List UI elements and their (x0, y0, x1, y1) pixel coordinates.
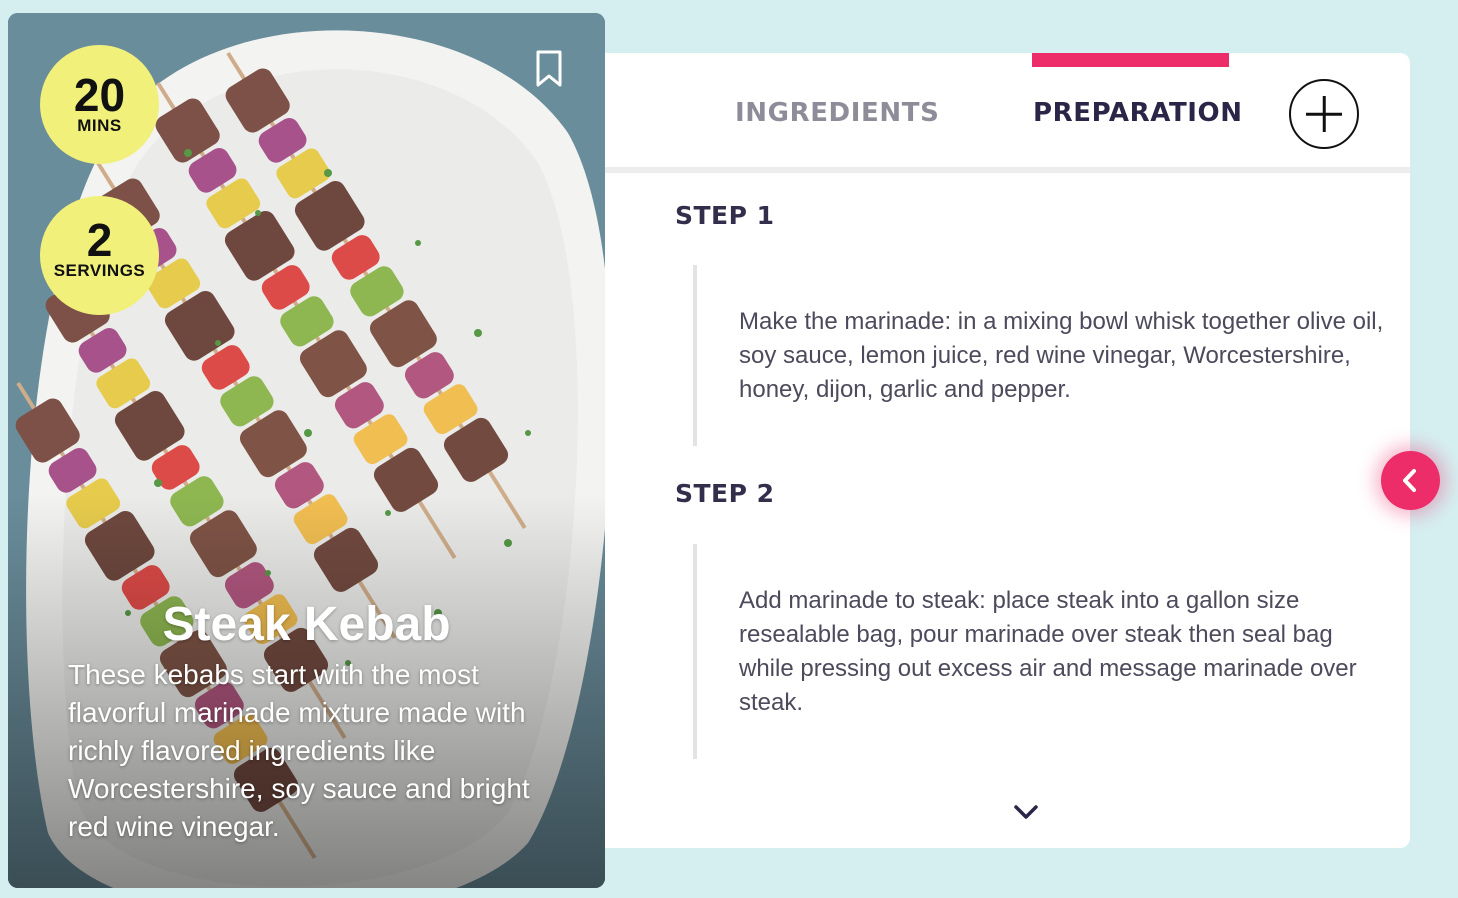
time-value: 20 (73, 69, 126, 121)
recipe-panel: INGREDIENTS PREPARATION STEP 1 Make the … (590, 53, 1410, 848)
tab-preparation[interactable]: PREPARATION (1033, 83, 1243, 143)
recipe-description: These kebabs start with the most flavorf… (68, 659, 530, 842)
recipe-photo-card[interactable]: 20 MINS 2 SERVINGS Steak Kebab These keb… (8, 13, 605, 888)
servings-value: 2 (86, 214, 113, 266)
step-text: Add marinade to steak: place steak into … (739, 587, 1357, 716)
tab-ingredients[interactable]: INGREDIENTS (735, 83, 939, 143)
step-title: STEP 2 (675, 479, 775, 508)
scroll-down-button[interactable] (1010, 799, 1042, 825)
tab-bar: INGREDIENTS PREPARATION (590, 53, 1410, 173)
step-title: STEP 1 (675, 201, 775, 230)
add-button[interactable] (1289, 79, 1359, 149)
step-text: Make the marinade: in a mixing bowl whis… (739, 308, 1384, 403)
step-divider (693, 544, 697, 759)
step-divider (693, 265, 697, 446)
time-unit: MINS (77, 116, 122, 135)
recipe-app: INGREDIENTS PREPARATION STEP 1 Make the … (0, 0, 1458, 898)
time-badge: 20 MINS (40, 45, 159, 164)
active-tab-indicator (1032, 53, 1229, 67)
chevron-left-icon (1403, 469, 1416, 492)
chevron-down-icon (1014, 805, 1038, 819)
bookmark-icon[interactable] (534, 49, 564, 89)
servings-badge: 2 SERVINGS (40, 196, 159, 315)
previous-button[interactable] (1381, 451, 1440, 510)
servings-unit: SERVINGS (53, 261, 146, 280)
recipe-title: Steak Kebab (162, 598, 451, 651)
